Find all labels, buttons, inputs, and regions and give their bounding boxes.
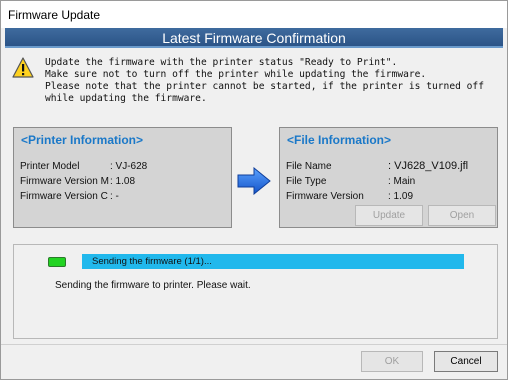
- cancel-button[interactable]: Cancel: [434, 351, 498, 372]
- printer-model-label: Printer Model: [20, 161, 80, 172]
- file-version-label: Firmware Version: [286, 191, 364, 202]
- file-type-value: : Main: [388, 176, 416, 187]
- message-line: Please note that the printer cannot be s…: [45, 81, 484, 92]
- file-version-value: : 1.09: [388, 191, 414, 202]
- arrow-right-icon: [237, 167, 271, 195]
- status-led: [48, 257, 66, 267]
- message-line: Make sure not to turn off the printer wh…: [45, 69, 427, 80]
- message-line: Update the firmware with the printer sta…: [45, 57, 398, 68]
- window-title: Firmware Update: [1, 1, 507, 28]
- file-type-label: File Type: [286, 176, 327, 187]
- progress-area: Sending the firmware (1/1)... Sending th…: [13, 244, 498, 339]
- warning-message: Update the firmware with the printer sta…: [45, 57, 503, 105]
- firmware-version-c-label: Firmware Version C: [20, 191, 108, 202]
- warning-icon: [12, 57, 34, 78]
- file-info-header: <File Information>: [287, 133, 392, 147]
- footer-divider: [1, 344, 507, 345]
- firmware-version-m-value: : 1.08: [110, 176, 136, 187]
- file-name-label: File Name: [286, 161, 332, 172]
- message-line: while updating the firmware.: [45, 93, 207, 104]
- open-button[interactable]: Open: [428, 205, 496, 226]
- printer-info-panel: <Printer Information> Printer Model : VJ…: [13, 127, 232, 228]
- printer-info-header: <Printer Information>: [21, 133, 144, 147]
- ok-button[interactable]: OK: [361, 351, 423, 372]
- progress-bar: Sending the firmware (1/1)...: [82, 254, 464, 269]
- firmware-update-dialog: Firmware Update Latest Firmware Confirma…: [0, 0, 508, 380]
- firmware-version-c-value: : -: [110, 191, 119, 202]
- progress-status-text: Sending the firmware to printer. Please …: [55, 280, 251, 291]
- update-button[interactable]: Update: [355, 205, 423, 226]
- file-name-value: : VJ628_V109.jfl: [388, 160, 469, 172]
- file-info-panel: <File Information> File Name : VJ628_V10…: [279, 127, 498, 228]
- firmware-version-m-label: Firmware Version M: [20, 176, 109, 187]
- printer-model-value: : VJ-628: [110, 161, 148, 172]
- banner-title: Latest Firmware Confirmation: [5, 28, 503, 48]
